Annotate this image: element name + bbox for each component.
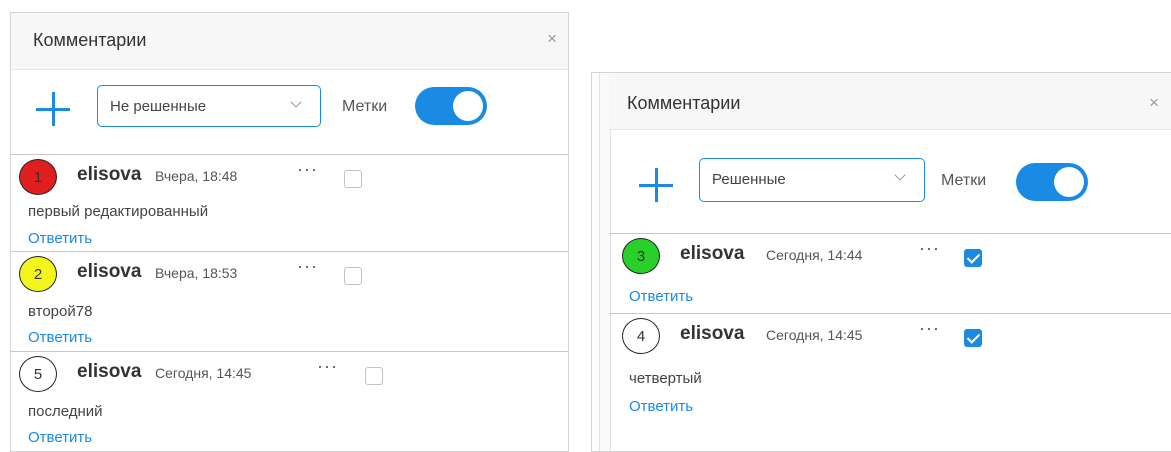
comment-time: Сегодня, 14:45 (766, 327, 863, 343)
close-icon[interactable]: × (1149, 93, 1159, 113)
comment-item: 4 elisova Сегодня, 14:45 ··· четвертый О… (609, 313, 1171, 434)
resolve-checkbox[interactable] (344, 267, 362, 285)
comment-author: elisova (77, 164, 142, 185)
comment-time: Сегодня, 14:44 (766, 247, 863, 263)
comment-author: elisova (77, 261, 142, 282)
marks-toggle[interactable] (1016, 163, 1088, 201)
comment-marker-badge[interactable]: 5 (19, 356, 57, 392)
comment-marker-badge[interactable]: 4 (622, 318, 660, 354)
toggle-knob (453, 91, 483, 121)
comments-panel-right: Комментарии × Решенные Метки 3 elisova С… (591, 72, 1171, 452)
marks-toggle[interactable] (415, 87, 487, 125)
comment-time: Вчера, 18:53 (155, 265, 238, 281)
chevron-down-icon (894, 169, 906, 181)
marks-label: Метки (342, 98, 388, 115)
chevron-down-icon (290, 96, 302, 108)
add-comment-button[interactable] (36, 92, 70, 126)
comments-toolbar: Не решенные Метки (11, 70, 568, 154)
resolve-checkbox[interactable] (365, 367, 383, 385)
more-dots-icon[interactable]: ··· (297, 159, 318, 180)
panel-title: Комментарии (627, 93, 741, 113)
comment-item: 2 elisova Вчера, 18:53 ··· второй78 Отве… (11, 251, 568, 352)
filter-select[interactable]: Решенные (699, 158, 925, 202)
more-dots-icon[interactable]: ··· (297, 256, 318, 277)
filter-select-value: Решенные (712, 171, 786, 188)
comment-text: последний (28, 403, 103, 420)
resolve-checkbox[interactable] (964, 329, 982, 347)
reply-link[interactable]: Ответить (28, 230, 92, 247)
marks-label: Метки (941, 172, 987, 189)
comment-author: elisova (680, 243, 745, 264)
comment-marker-badge[interactable]: 3 (622, 238, 660, 274)
comment-item: 5 elisova Сегодня, 14:45 ··· последний О… (11, 351, 568, 451)
resolve-checkbox[interactable] (344, 170, 362, 188)
comment-time: Сегодня, 14:45 (155, 365, 252, 381)
reply-link[interactable]: Ответить (629, 288, 693, 305)
reply-link[interactable]: Ответить (28, 429, 92, 446)
panel-title: Комментарии (33, 30, 147, 50)
toggle-knob (1054, 167, 1084, 197)
reply-link[interactable]: Ответить (629, 398, 693, 415)
resolve-checkbox[interactable] (964, 249, 982, 267)
add-comment-button[interactable] (639, 168, 673, 202)
comment-text: четвертый (629, 370, 702, 387)
filter-select[interactable]: Не решенные (97, 85, 321, 127)
panel-header: Комментарии × (609, 73, 1171, 130)
comment-text: первый редактированный (28, 203, 209, 220)
comment-marker-badge[interactable]: 1 (19, 159, 57, 195)
comments-panel-left: Комментарии × Не решенные Метки 1 elisov… (10, 12, 569, 452)
comment-marker-badge[interactable]: 2 (19, 256, 57, 292)
comments-toolbar: Решенные Метки (592, 130, 1171, 222)
more-dots-icon[interactable]: ··· (919, 318, 940, 339)
comment-author: elisova (680, 323, 745, 344)
comment-item: 1 elisova Вчера, 18:48 ··· первый редакт… (11, 154, 568, 252)
more-dots-icon[interactable]: ··· (919, 238, 940, 259)
reply-link[interactable]: Ответить (28, 329, 92, 346)
filter-select-value: Не решенные (110, 98, 207, 115)
comment-time: Вчера, 18:48 (155, 168, 238, 184)
comment-text: второй78 (28, 303, 93, 320)
more-dots-icon[interactable]: ··· (317, 356, 338, 377)
comment-author: elisova (77, 361, 142, 382)
close-icon[interactable]: × (547, 29, 557, 49)
panel-header: Комментарии × (11, 13, 568, 70)
comment-item: 3 elisova Сегодня, 14:44 ··· Ответить (609, 233, 1171, 314)
